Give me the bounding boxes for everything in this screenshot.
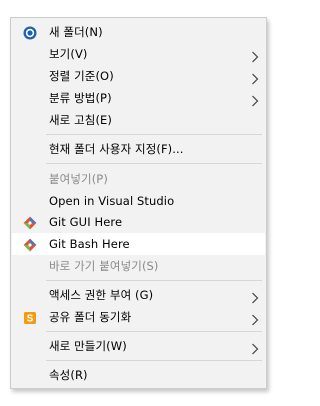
svg-text:S: S: [27, 314, 34, 325]
menu-item-label: 정렬 기준(O): [49, 69, 114, 83]
menu-separator: [46, 134, 262, 135]
menu-item-new[interactable]: 새로 만들기(W): [12, 335, 265, 357]
menu-item-new-folder[interactable]: 새 폴더(N): [12, 21, 265, 43]
menu-item-label: 새 폴더(N): [49, 25, 103, 39]
menu-item-properties[interactable]: 속성(R): [12, 364, 265, 386]
menu-item-paste: 붙여넣기(P): [12, 168, 265, 190]
menu-item-label: 보기(V): [49, 47, 88, 61]
new-folder-icon: [23, 25, 37, 40]
menu-item-label: 새로 만들기(W): [49, 339, 127, 353]
menu-separator: [46, 280, 262, 281]
menu-item-label: 액세스 권한 부여 (G): [49, 288, 154, 302]
git-icon: [23, 237, 37, 252]
menu-separator: [46, 163, 262, 164]
menu-item-customize-folder[interactable]: 현재 폴더 사용자 지정(F)...: [12, 138, 265, 160]
menu-item-label: 바로 가기 붙여넣기(S): [49, 259, 159, 273]
menu-item-label: 새로 고침(E): [49, 113, 113, 127]
menu-item-group-by[interactable]: 분류 방법(P): [12, 87, 265, 109]
menu-item-git-gui-here[interactable]: Git GUI Here: [12, 211, 265, 233]
chevron-right-icon: [251, 48, 259, 63]
menu-separator: [46, 331, 262, 332]
menu-item-label: Git Bash Here: [49, 237, 130, 251]
menu-item-label: Git GUI Here: [49, 215, 123, 229]
menu-item-label: 분류 방법(P): [49, 91, 112, 105]
chevron-right-icon: [251, 70, 259, 85]
menu-item-label: 속성(R): [49, 368, 88, 382]
menu-item-label: 붙여넣기(P): [49, 172, 108, 186]
context-menu: 새 폴더(N) 보기(V) 정렬 기준(O) 분류 방법(P) 새로 고침(E): [10, 17, 267, 389]
git-icon: [23, 215, 37, 230]
menu-item-label: Open in Visual Studio: [49, 194, 175, 208]
menu-item-paste-shortcut: 바로 가기 붙여넣기(S): [12, 255, 265, 277]
menu-separator: [46, 360, 262, 361]
menu-item-give-access[interactable]: 액세스 권한 부여 (G): [12, 284, 265, 306]
menu-item-label: 현재 폴더 사용자 지정(F)...: [49, 142, 184, 156]
menu-item-view[interactable]: 보기(V): [12, 43, 265, 65]
chevron-right-icon: [251, 289, 259, 304]
menu-item-label: 공유 폴더 동기화: [49, 310, 132, 324]
menu-item-sort-by[interactable]: 정렬 기준(O): [12, 65, 265, 87]
chevron-right-icon: [251, 311, 259, 326]
chevron-right-icon: [251, 92, 259, 107]
menu-item-refresh[interactable]: 새로 고침(E): [12, 109, 265, 131]
menu-item-git-bash-here[interactable]: Git Bash Here: [12, 233, 265, 255]
chevron-right-icon: [251, 340, 259, 355]
screen: 새 폴더(N) 보기(V) 정렬 기준(O) 분류 방법(P) 새로 고침(E): [0, 0, 275, 406]
menu-item-open-in-visual-studio[interactable]: Open in Visual Studio: [12, 190, 265, 212]
sync-s-icon: S: [23, 310, 37, 325]
menu-item-shared-folder-sync[interactable]: S 공유 폴더 동기화: [12, 306, 265, 328]
